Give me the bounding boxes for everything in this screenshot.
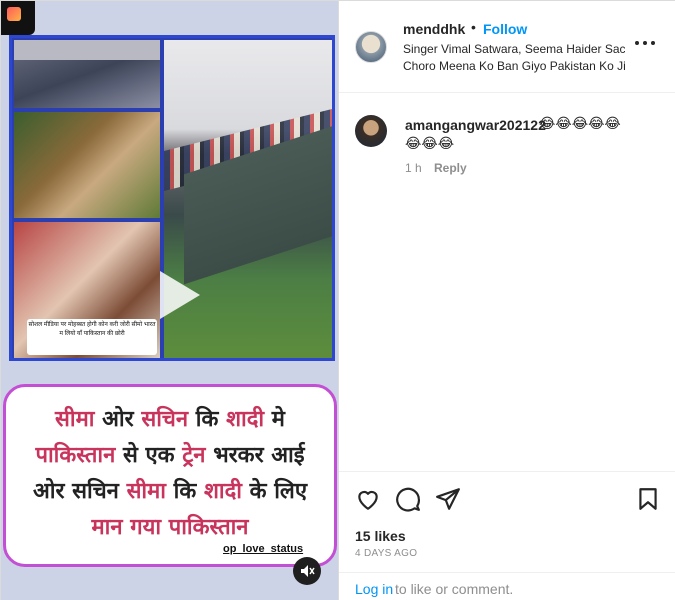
login-prompt: Log in to like or comment.	[339, 572, 675, 600]
heart-icon	[358, 490, 378, 510]
commenter-username[interactable]: amangangwar202122	[405, 117, 546, 133]
post-audio-line-1[interactable]: Singer Vimal Satwara, Seema Haider Sach	[403, 42, 625, 56]
comment-item: amangangwar202122 😂😂😂😂😂 😂😂😂 1 h Reply	[339, 109, 675, 189]
image-caption: सोशल मीडिया पर मोहब्बत होगी कोन करी जोरी…	[27, 319, 157, 355]
post-details-panel: menddhk • Follow Singer Vimal Satwara, S…	[338, 1, 675, 600]
author-username[interactable]: menddhk	[403, 21, 465, 37]
muted-speaker-icon	[301, 565, 315, 577]
post-date[interactable]: 4 DAYS AGO	[355, 548, 417, 559]
more-options-icon[interactable]	[635, 37, 659, 51]
paper-plane-icon	[436, 488, 460, 510]
post-media[interactable]: सोशल मीडिया पर मोहब्बत होगी कोन करी जोरी…	[1, 1, 338, 600]
hindi-text-card: सीमा ओर सचिन कि शादी मे पाकिस्तान से एक …	[3, 384, 337, 567]
comment-icon	[396, 487, 420, 512]
text-line-1: सीमा ओर सचिन कि शादी मे	[55, 407, 285, 432]
separator-dot: •	[471, 19, 476, 35]
comment-button[interactable]	[395, 486, 421, 512]
text-line-4: मान गया पाकिस्तान	[91, 515, 249, 540]
post-header: menddhk • Follow Singer Vimal Satwara, S…	[339, 1, 675, 93]
comment-emojis-row-1: 😂😂😂😂😂	[539, 115, 621, 131]
text-line-3: ओर सचिन सीमा कि शादी के लिए	[32, 479, 308, 504]
login-prompt-text: to like or comment.	[395, 581, 514, 597]
commenter-avatar[interactable]	[355, 115, 387, 147]
post-actions: 15 likes 4 DAYS AGO Log in to like or co…	[339, 471, 675, 600]
comment-time: 1 h	[405, 161, 422, 175]
login-link[interactable]: Log in	[355, 581, 393, 597]
like-count[interactable]: 15 likes	[355, 528, 406, 544]
save-button[interactable]	[635, 486, 661, 512]
author-avatar[interactable]	[355, 31, 387, 63]
app-badge	[1, 1, 35, 35]
text-line-2: पाकिस्तान से एक ट्रेन भरकर आई	[35, 443, 305, 468]
post-audio-line-2[interactable]: Choro Meena Ko Ban Giyo Pakistan Ko Jij	[403, 59, 625, 73]
follow-button[interactable]: Follow	[483, 21, 527, 37]
collage-photo-top-left	[14, 40, 160, 108]
play-button[interactable]	[142, 263, 206, 327]
reply-button[interactable]: Reply	[434, 161, 467, 175]
bookmark-icon	[639, 488, 657, 510]
post-window: सोशल मीडिया पर मोहब्बत होगी कोन करी जोरी…	[0, 0, 675, 600]
collage-photo-middle-left	[14, 112, 160, 218]
badge-heart-icon	[7, 7, 21, 21]
play-icon	[160, 271, 200, 319]
status-tag: op_love_status	[223, 543, 304, 555]
like-button[interactable]	[355, 486, 381, 512]
share-button[interactable]	[435, 486, 461, 512]
comment-emojis-row-2: 😂😂😂	[405, 135, 455, 151]
mute-button[interactable]	[293, 557, 321, 585]
